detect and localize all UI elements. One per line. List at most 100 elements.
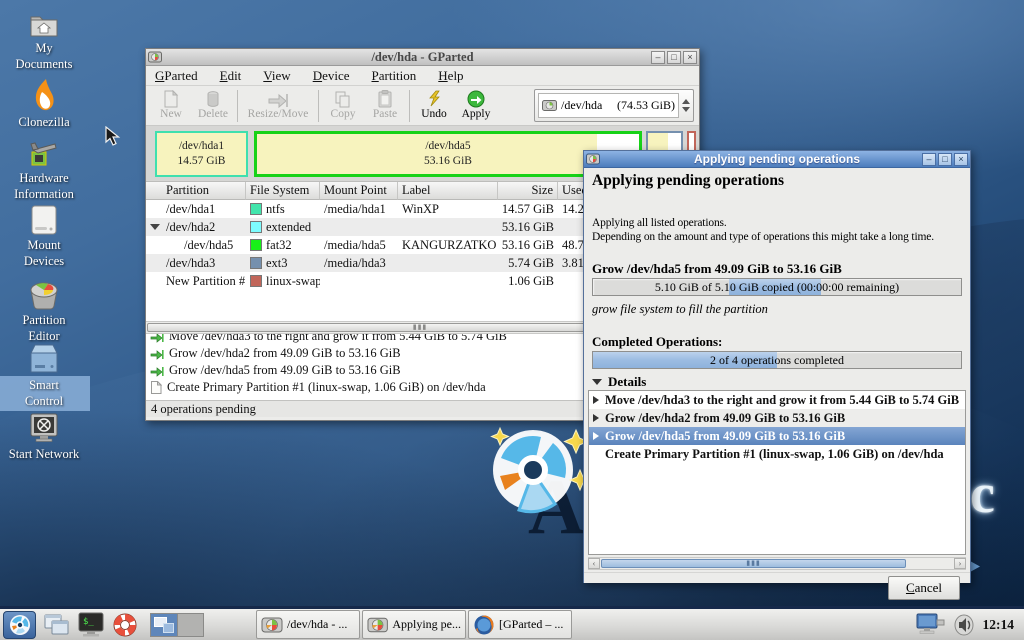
visual-partition-hda1[interactable]: /dev/hda1 14.57 GiB xyxy=(155,131,248,177)
gparted-window-title: /dev/hda - GParted xyxy=(146,50,699,65)
device-selector[interactable]: /dev/hda (74.53 GiB) xyxy=(534,89,694,122)
partition-size: 53.16 GiB xyxy=(498,238,558,253)
menu-gparted[interactable]: GParted xyxy=(155,68,198,84)
undo-icon xyxy=(426,90,442,108)
minimize-button[interactable]: – xyxy=(651,51,665,64)
my-documents-icon xyxy=(0,12,88,38)
desktop-icon-mount-devices[interactable]: Mount Devices xyxy=(0,205,88,269)
network-monitor-icon xyxy=(0,412,88,444)
workspace-2[interactable] xyxy=(177,614,203,636)
calipers-icon xyxy=(0,140,88,168)
desktop-icon-hardware-information[interactable]: Hardware Information xyxy=(0,140,88,202)
scrollbar-thumb[interactable]: ▮▮▮ xyxy=(601,559,906,568)
task-applying-dialog[interactable]: Applying pe... xyxy=(362,610,466,639)
fs-color-swatch xyxy=(250,257,262,269)
spin-up-icon xyxy=(682,99,690,104)
expander-open-icon xyxy=(592,379,602,385)
detail-item[interactable]: Create Primary Partition #1 (linux-swap,… xyxy=(589,445,965,463)
workspace-1-active[interactable] xyxy=(151,614,177,636)
desktop-icon-my-documents[interactable]: My Documents xyxy=(0,12,88,72)
new-label: New xyxy=(160,108,182,120)
expander-open-icon[interactable] xyxy=(150,224,160,230)
operation-text: Grow /dev/hda2 from 49.09 GiB to 53.16 G… xyxy=(169,346,401,361)
workspace-switcher[interactable] xyxy=(150,613,204,637)
menu-help[interactable]: Help xyxy=(438,68,463,84)
current-operation-title: Grow /dev/hda5 from 49.09 GiB to 53.16 G… xyxy=(592,261,842,277)
file-manager-launcher[interactable] xyxy=(42,611,72,639)
header-filesystem[interactable]: File System xyxy=(246,182,320,200)
menu-view[interactable]: View xyxy=(263,68,290,84)
scroll-right-icon[interactable]: › xyxy=(954,558,966,569)
task-gparted-main[interactable]: /dev/hda - ... xyxy=(256,610,360,639)
header-mount-point[interactable]: Mount Point xyxy=(320,182,398,200)
workspace-window xyxy=(163,623,174,633)
details-expander[interactable]: Details xyxy=(592,374,646,390)
gparted-menubar: GParted Edit View Device Partition Help xyxy=(146,66,699,86)
cancel-button[interactable]: Cancel xyxy=(888,576,960,600)
apply-label: Apply xyxy=(462,108,491,120)
visual-hda5-name: /dev/hda5 xyxy=(425,139,470,154)
task-label: Applying pe... xyxy=(392,617,461,632)
copy-button[interactable]: Copy xyxy=(322,88,364,120)
header-partition[interactable]: Partition xyxy=(146,182,246,200)
task-firefox[interactable]: [GParted – ... xyxy=(468,610,572,639)
expander-closed-icon[interactable] xyxy=(593,414,599,422)
operation-progress-bar: 5.10 GiB of 5.10 GiB copied (00:00:00 re… xyxy=(592,278,962,296)
toolbar-separator xyxy=(409,90,410,122)
desktop-icon-clonezilla[interactable]: Clonezilla xyxy=(0,78,88,131)
desktop-icon-partition-editor[interactable]: Partition Editor xyxy=(0,280,88,344)
menu-device[interactable]: Device xyxy=(313,68,350,84)
paste-button[interactable]: Paste xyxy=(364,88,406,120)
device-selector-field: /dev/hda (74.53 GiB) xyxy=(538,93,679,118)
dialog-titlebar[interactable]: Applying pending operations – □ × xyxy=(584,151,970,168)
start-logo-icon xyxy=(8,613,32,637)
maximize-button[interactable]: □ xyxy=(667,51,681,64)
expander-closed-icon[interactable] xyxy=(593,432,599,440)
maximize-button[interactable]: □ xyxy=(938,153,952,166)
menu-partition[interactable]: Partition xyxy=(372,68,417,84)
scroll-left-icon[interactable]: ‹ xyxy=(588,558,600,569)
close-button[interactable]: × xyxy=(683,51,697,64)
partition-editor-icon xyxy=(0,280,88,310)
expander-closed-icon[interactable] xyxy=(593,396,599,404)
toolbar-separator xyxy=(237,90,238,122)
fs-name: extended xyxy=(266,220,311,235)
header-label[interactable]: Label xyxy=(398,182,498,200)
volume-tray-icon[interactable] xyxy=(953,613,975,637)
undo-button[interactable]: Undo xyxy=(413,88,455,120)
mount-point: /media/hda1 xyxy=(320,202,398,217)
close-button[interactable]: × xyxy=(954,153,968,166)
svg-text:$_: $_ xyxy=(83,617,94,627)
header-size[interactable]: Size xyxy=(498,182,558,200)
resize-move-label: Resize/Move xyxy=(248,108,309,120)
delete-button[interactable]: Delete xyxy=(192,88,234,120)
detail-item[interactable]: Move /dev/hda3 to the right and grow it … xyxy=(589,391,965,409)
partition-name: /dev/hda1 xyxy=(146,202,246,217)
start-menu-button[interactable] xyxy=(3,611,36,639)
desktop-icon-label: My Documents xyxy=(0,41,88,72)
resize-move-button[interactable]: Resize/Move xyxy=(241,88,315,120)
details-horizontal-scrollbar[interactable]: ‹ ▮▮▮ › xyxy=(588,557,966,570)
dialog-body: Applying pending operations Applying all… xyxy=(584,168,970,583)
help-launcher[interactable] xyxy=(110,611,140,639)
device-selector-spinner[interactable] xyxy=(682,99,690,112)
minimize-button[interactable]: – xyxy=(922,153,936,166)
menu-edit[interactable]: Edit xyxy=(220,68,242,84)
new-page-icon xyxy=(163,90,179,108)
device-drive-icon xyxy=(542,99,557,112)
operation-text: Move /dev/hda3 to the right and grow it … xyxy=(169,334,507,344)
detail-item-selected[interactable]: Grow /dev/hda5 from 49.09 GiB to 53.16 G… xyxy=(589,427,965,445)
mount-point: /media/hda3 xyxy=(320,256,398,271)
partition-size: 14.57 GiB xyxy=(498,202,558,217)
terminal-launcher[interactable]: $_ xyxy=(76,611,106,639)
detail-item[interactable]: Grow /dev/hda2 from 49.09 GiB to 53.16 G… xyxy=(589,409,965,427)
delete-icon xyxy=(205,90,221,108)
desktop-icon-smart-control[interactable]: Smart Control xyxy=(0,343,88,409)
detail-text: Move /dev/hda3 to the right and grow it … xyxy=(605,393,959,408)
new-button[interactable]: New xyxy=(150,88,192,120)
taskbar-clock[interactable]: 12:14 xyxy=(983,617,1015,633)
display-tray-icon[interactable] xyxy=(915,612,945,638)
desktop-icon-start-network[interactable]: Start Network xyxy=(0,412,88,463)
apply-button[interactable]: Apply xyxy=(455,88,497,120)
gparted-titlebar[interactable]: /dev/hda - GParted – □ × xyxy=(146,49,699,66)
